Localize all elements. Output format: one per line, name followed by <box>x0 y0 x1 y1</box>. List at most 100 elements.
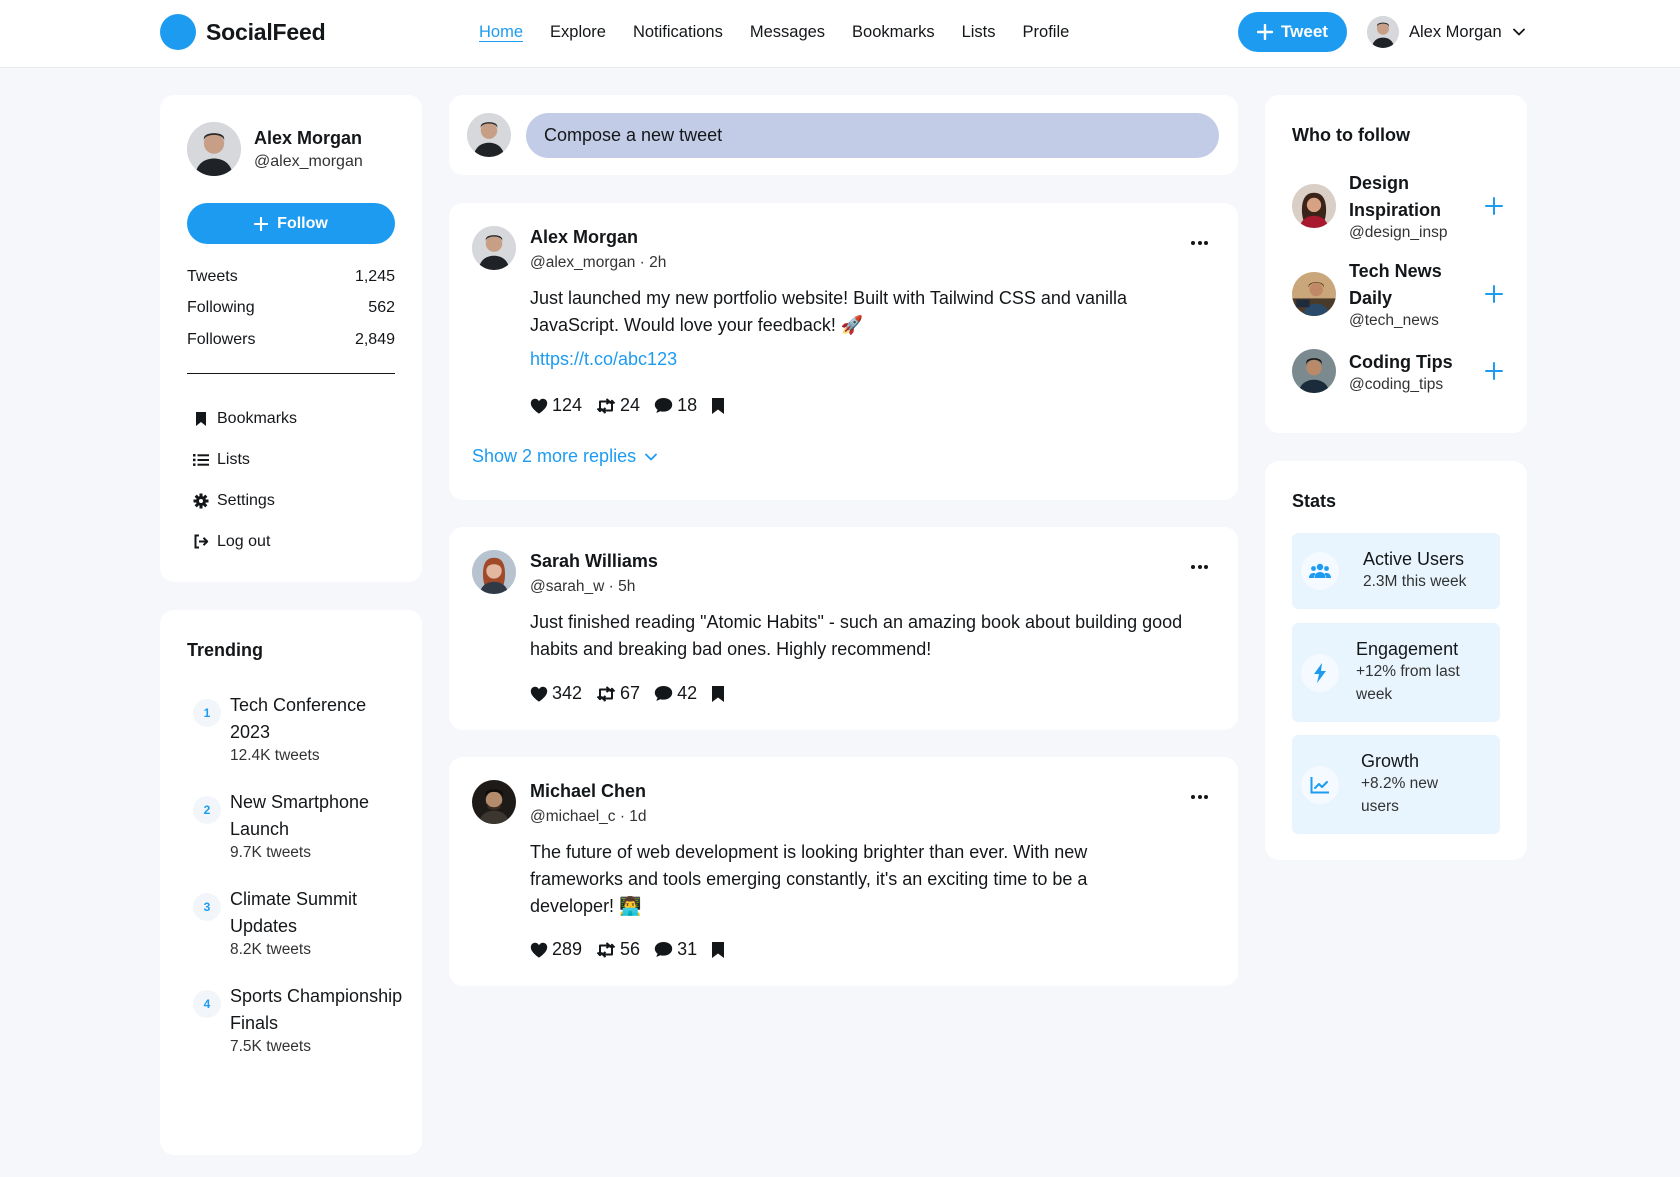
show-more-replies[interactable]: Show 2 more replies <box>472 446 658 467</box>
bookmark-button[interactable] <box>711 941 725 959</box>
who-to-follow-list: Design Inspiration @design_insp Tech New… <box>1292 165 1504 401</box>
follow-suggestion[interactable]: Design Inspiration @design_insp <box>1292 165 1504 246</box>
nav-explore[interactable]: Explore <box>550 23 606 42</box>
retweet-count: 56 <box>620 939 641 959</box>
menu-item-label: Settings <box>217 491 275 509</box>
tweet-author[interactable]: Alex Morgan <box>530 227 638 248</box>
stats-card: Stats Active Users 2.3M this week Engage… <box>1265 461 1527 860</box>
trend-item[interactable]: 3 Climate Summit Updates 8.2K tweets <box>193 886 403 959</box>
nav-lists[interactable]: Lists <box>962 23 996 42</box>
nav-home[interactable]: Home <box>479 23 523 42</box>
trend-rank: 1 <box>193 699 221 727</box>
tweet-author[interactable]: Michael Chen <box>530 781 646 802</box>
retweet-button[interactable]: 67 <box>596 683 640 704</box>
menu-item-settings[interactable]: Settings <box>193 480 297 521</box>
more-icon[interactable] <box>1191 795 1208 799</box>
comment-icon <box>654 398 673 413</box>
more-icon[interactable] <box>1191 241 1208 245</box>
follow-suggestion[interactable]: Tech News Daily @tech_news <box>1292 246 1504 341</box>
like-button[interactable]: 124 <box>530 395 582 416</box>
bookmark-icon <box>193 411 209 427</box>
suggestion-handle: @coding_tips <box>1349 375 1444 393</box>
retweet-count: 67 <box>620 683 641 703</box>
plus-icon[interactable] <box>1484 284 1504 304</box>
bookmark-icon <box>712 397 725 414</box>
retweet-button[interactable]: 24 <box>596 395 640 416</box>
stat-active-users: Active Users 2.3M this week <box>1292 533 1500 609</box>
tweet-button[interactable]: Tweet <box>1238 12 1347 52</box>
follow-button[interactable]: Follow <box>187 203 395 244</box>
avatar <box>1367 16 1399 48</box>
menu-item-logout[interactable]: Log out <box>193 521 297 562</box>
bookmark-button[interactable] <box>711 397 725 415</box>
avatar[interactable] <box>187 122 241 176</box>
trending-title: Trending <box>187 640 263 660</box>
reply-count: 42 <box>677 683 698 703</box>
avatar[interactable] <box>472 550 516 594</box>
bolt-icon <box>1301 653 1339 692</box>
trend-rank: 4 <box>193 990 221 1018</box>
retweet-button[interactable]: 56 <box>596 939 640 960</box>
trend-item[interactable]: 1 Tech Conference 2023 12.4K tweets <box>193 692 403 765</box>
stat-sub: 2.3M this week <box>1363 573 1467 590</box>
follow-suggestion[interactable]: Coding Tips @coding_tips <box>1292 341 1504 401</box>
gear-icon <box>193 493 209 509</box>
avatar[interactable] <box>472 780 516 824</box>
more-icon[interactable] <box>1191 565 1208 569</box>
tweet-author[interactable]: Sarah Williams <box>530 551 658 572</box>
nav-bookmarks[interactable]: Bookmarks <box>852 23 935 42</box>
stat-tweets[interactable]: Tweets 1,245 <box>187 261 395 293</box>
stat-title: Engagement <box>1356 639 1459 659</box>
show-more-label: Show 2 more replies <box>472 446 637 466</box>
retweet-icon <box>596 685 616 702</box>
reply-button[interactable]: 31 <box>654 939 697 960</box>
tweet-text: Just launched my new portfolio website! … <box>530 288 1127 335</box>
compose-input[interactable]: Compose a new tweet <box>526 113 1219 158</box>
tweet-actions: 289 56 31 <box>530 939 725 960</box>
stat-followers[interactable]: Followers 2,849 <box>187 324 395 356</box>
tweet-meta: @sarah_w · 5h <box>530 578 636 595</box>
tweet-card: Alex Morgan @alex_morgan · 2h Just launc… <box>449 203 1238 500</box>
reply-button[interactable]: 42 <box>654 683 697 704</box>
reply-button[interactable]: 18 <box>654 395 697 416</box>
plus-icon[interactable] <box>1484 196 1504 216</box>
retweet-count: 24 <box>620 395 641 415</box>
profile-handle: @alex_morgan <box>254 152 363 170</box>
menu-item-label: Bookmarks <box>217 409 298 427</box>
logout-icon <box>193 534 209 550</box>
suggestion-name: Coding Tips <box>1349 351 1453 372</box>
stat-following[interactable]: Following 562 <box>187 293 395 325</box>
bookmark-button[interactable] <box>711 685 725 703</box>
profile-menu: Bookmarks Lists Settings Log out <box>193 398 297 562</box>
trend-item[interactable]: 2 New Smartphone Launch 9.7K tweets <box>193 789 403 862</box>
user-menu[interactable]: Alex Morgan <box>1367 16 1526 48</box>
nav-profile[interactable]: Profile <box>1023 23 1070 42</box>
menu-item-label: Lists <box>217 450 250 468</box>
trend-title: Sports Championship Finals <box>230 986 403 1033</box>
stat-label: Following <box>187 299 255 317</box>
logo[interactable]: SocialFeed <box>160 14 326 50</box>
trend-title: New Smartphone Launch <box>230 792 370 839</box>
like-button[interactable]: 342 <box>530 683 582 704</box>
trend-count: 7.5K tweets <box>230 1038 311 1055</box>
avatar <box>1292 271 1336 316</box>
plus-icon[interactable] <box>1484 361 1504 381</box>
tweet-link[interactable]: https://t.co/abc123 <box>530 349 677 370</box>
trend-rank: 2 <box>193 796 221 824</box>
nav-messages[interactable]: Messages <box>750 23 825 42</box>
bookmark-icon <box>712 941 725 958</box>
stat-sub: +8.2% new users <box>1361 775 1439 815</box>
like-count: 342 <box>552 683 583 703</box>
trend-item[interactable]: 4 Sports Championship Finals 7.5K tweets <box>193 983 403 1056</box>
user-menu-name: Alex Morgan <box>1409 22 1502 41</box>
avatar <box>1292 349 1336 393</box>
menu-item-bookmarks[interactable]: Bookmarks <box>193 398 297 439</box>
trend-count: 9.7K tweets <box>230 844 311 861</box>
avatar[interactable] <box>472 226 516 270</box>
tweet-actions: 124 24 18 <box>530 395 725 416</box>
menu-item-lists[interactable]: Lists <box>193 439 297 480</box>
like-button[interactable]: 289 <box>530 939 582 960</box>
top-navbar: SocialFeed Home Explore Notifications Me… <box>0 0 1680 68</box>
nav-notifications[interactable]: Notifications <box>633 23 723 42</box>
stat-label: Followers <box>187 330 256 348</box>
